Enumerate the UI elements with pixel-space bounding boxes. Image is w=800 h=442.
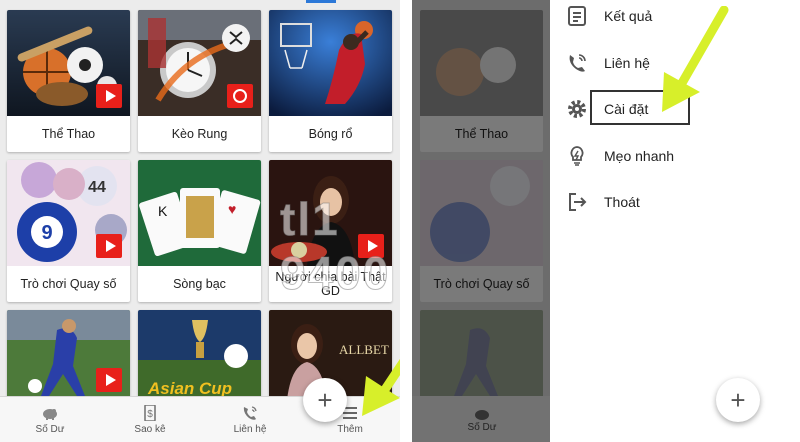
nav-statement[interactable]: $ Sao kê: [100, 397, 200, 442]
tab-indicator: [306, 0, 336, 3]
dimmed-card: Thể Thao: [420, 10, 543, 152]
game-card-live-odds[interactable]: Kèo Rung: [138, 10, 261, 152]
nav-balance[interactable]: Số Dư: [0, 397, 100, 442]
menu-screen: Thể Thao Trò chơi Quay số Số Dư Kết quả …: [412, 0, 800, 442]
game-card-asian-cup[interactable]: Asian Cup: [138, 310, 261, 400]
nav-label: Sao kê: [134, 423, 166, 435]
home-screen: Thể Thao Kèo Rung Bóng rổ 9 44 Trò chơi …: [0, 0, 400, 442]
menu-item-results[interactable]: Kết quả: [566, 5, 652, 27]
piggy-bank-icon: [475, 409, 489, 420]
menu-item-contact[interactable]: Liên hệ: [566, 52, 650, 74]
nav-label: Số Dư: [35, 423, 65, 435]
game-card-sports[interactable]: Thể Thao: [7, 10, 130, 152]
phone-icon: [243, 405, 257, 420]
lottery-thumbnail: 9 44: [7, 160, 130, 266]
menu-item-settings[interactable]: Cài đặt: [566, 98, 648, 120]
game-label: Trò chơi Quay số: [20, 277, 117, 291]
menu-item-logout[interactable]: Thoát: [566, 191, 640, 213]
gear-icon: [568, 100, 586, 118]
phone-icon: [569, 54, 586, 72]
play-icon: [96, 84, 122, 108]
football-thumbnail: [7, 310, 130, 400]
menu-label: Kết quả: [604, 8, 653, 24]
pointer-arrow-icon: [662, 6, 729, 112]
menu-label: Mẹo nhanh: [604, 148, 675, 164]
game-card-casino[interactable]: K ♥ Sòng bạc: [138, 160, 261, 302]
menu-label: Thoát: [604, 194, 640, 210]
plus-icon: +: [730, 384, 746, 415]
casino-thumbnail: K ♥: [138, 160, 261, 266]
play-icon: [96, 368, 122, 392]
dimmed-card: [420, 310, 543, 400]
dimmed-card: Trò chơi Quay số: [420, 160, 543, 302]
game-label: Kèo Rung: [171, 127, 228, 141]
nav-contact[interactable]: Liên hệ: [200, 397, 300, 442]
game-label: Bóng rổ: [308, 127, 353, 141]
svg-text:44: 44: [88, 179, 106, 196]
game-label: Thể Thao: [41, 127, 96, 141]
watermark: tl1 9400: [280, 193, 391, 300]
dimmed-grid: Thể Thao Trò chơi Quay số: [420, 10, 543, 408]
add-button[interactable]: +: [303, 378, 347, 422]
dimmed-nav-label: Số Dư: [467, 421, 497, 433]
statement-icon: $: [144, 404, 156, 421]
dimmed-label: Trò chơi Quay số: [420, 266, 543, 302]
game-label: Sòng bạc: [173, 277, 226, 291]
asian-cup-thumbnail: Asian Cup: [138, 310, 261, 400]
menu-item-quick-tips[interactable]: Mẹo nhanh: [566, 145, 674, 167]
menu-label: Cài đặt: [604, 101, 649, 117]
results-icon: [568, 6, 586, 26]
timer-icon: [227, 84, 253, 108]
piggy-bank-icon: [43, 408, 57, 420]
nav-label: Thêm: [337, 423, 363, 435]
basketball-thumbnail: [269, 10, 392, 116]
game-card-lottery[interactable]: 9 44 Trò chơi Quay số: [7, 160, 130, 302]
svg-text:9: 9: [41, 222, 52, 244]
plus-icon: +: [317, 384, 333, 415]
live-odds-thumbnail: [138, 10, 261, 116]
screenshot: Thể Thao Kèo Rung Bóng rổ 9 44 Trò chơi …: [0, 0, 800, 442]
add-button[interactable]: +: [716, 378, 760, 422]
menu-label: Liên hệ: [604, 55, 650, 71]
play-icon: [96, 234, 122, 258]
svg-text:♥: ♥: [228, 201, 236, 217]
svg-text:K: K: [158, 203, 168, 219]
logout-icon: [569, 193, 587, 211]
pointer-arrow-icon: [362, 358, 400, 416]
lightbulb-icon: [570, 146, 584, 166]
svg-text:$: $: [147, 409, 153, 420]
game-card-basketball[interactable]: Bóng rổ: [269, 10, 392, 152]
sports-thumbnail: [7, 10, 130, 116]
dimmed-nav-balance: Số Dư: [412, 396, 552, 442]
image-divider: [400, 0, 412, 442]
dimmed-label: Thể Thao: [420, 116, 543, 152]
nav-label: Liên hệ: [233, 423, 267, 435]
game-card-football[interactable]: [7, 310, 130, 400]
